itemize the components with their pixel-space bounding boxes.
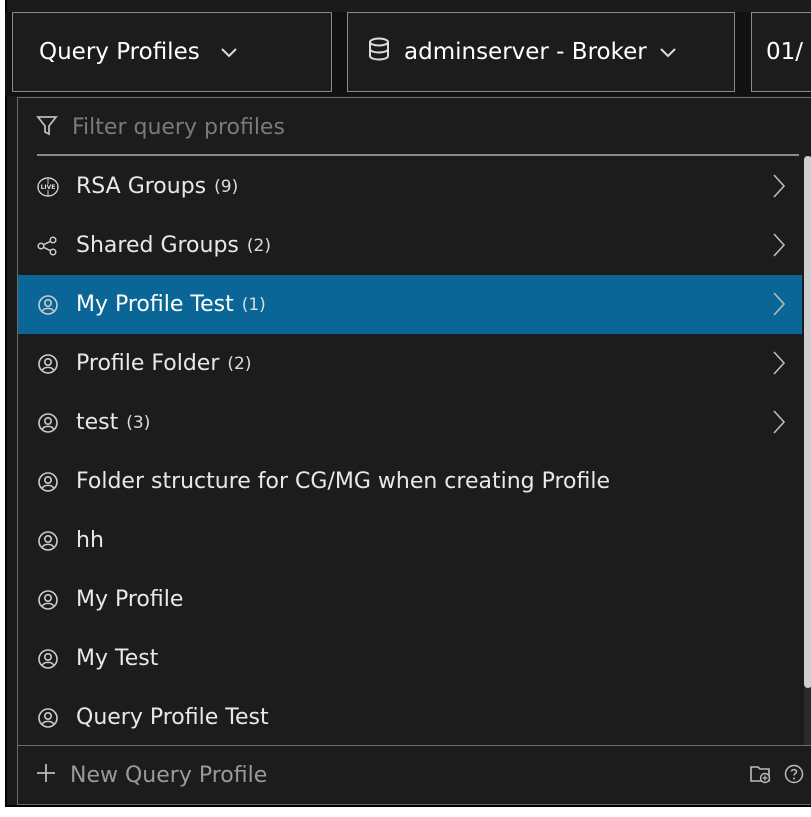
profile-label: My Test: [76, 646, 159, 671]
profile-list-item[interactable]: My Test: [18, 629, 802, 688]
new-query-profile-label: New Query Profile: [70, 763, 268, 788]
profile-list-item[interactable]: My Profile Test (1): [18, 275, 802, 334]
user-icon: [36, 647, 60, 671]
profile-label: Query Profile Test: [76, 705, 269, 730]
profile-label: Shared Groups: [76, 233, 239, 258]
help-icon[interactable]: [784, 764, 804, 790]
chevron-right-icon[interactable]: [772, 232, 786, 264]
chevron-down-icon: [659, 39, 677, 65]
chevron-right-icon[interactable]: [772, 350, 786, 382]
filter-row: [18, 98, 802, 156]
live-icon: LIVE: [36, 175, 60, 199]
user-icon: [36, 470, 60, 494]
profile-count: (9): [214, 176, 239, 197]
profile-label: test: [76, 410, 119, 435]
chevron-right-icon[interactable]: [772, 409, 786, 441]
profile-count: (3): [126, 412, 151, 433]
svg-text:LIVE: LIVE: [41, 184, 56, 191]
profile-label: My Profile Test: [76, 292, 234, 317]
scrollbar-thumb[interactable]: [804, 156, 811, 688]
query-profiles-label: Query Profiles: [39, 39, 200, 65]
user-icon: [36, 588, 60, 612]
server-label: adminserver - Broker: [404, 39, 647, 65]
profile-label: Profile Folder: [76, 351, 220, 376]
user-icon: [36, 411, 60, 435]
plus-icon: [36, 763, 56, 788]
query-profiles-panel: LIVE RSA Groups (9) Shared Groups (2) My Prof…: [17, 97, 811, 805]
share-icon: [36, 234, 60, 258]
filter-underline: [37, 154, 799, 156]
profile-list-item[interactable]: test (3): [18, 393, 802, 452]
profile-list-item[interactable]: hh: [18, 511, 802, 570]
profile-list: LIVE RSA Groups (9) Shared Groups (2) My Prof…: [18, 157, 802, 747]
date-label: 01/: [766, 39, 804, 65]
panel-footer: New Query Profile: [18, 745, 811, 805]
database-icon: [368, 37, 390, 67]
new-query-profile-button[interactable]: New Query Profile: [36, 763, 267, 788]
date-range-button[interactable]: 01/: [751, 12, 811, 92]
profile-label: hh: [76, 528, 104, 553]
server-dropdown[interactable]: adminserver - Broker: [347, 12, 735, 92]
chevron-right-icon[interactable]: [772, 173, 786, 205]
profile-list-item[interactable]: Shared Groups (2): [18, 216, 802, 275]
footer-actions: [750, 764, 804, 790]
profile-list-item[interactable]: LIVE RSA Groups (9): [18, 157, 802, 216]
add-folder-icon[interactable]: [750, 764, 772, 790]
profile-count: (2): [246, 235, 271, 256]
user-icon: [36, 706, 60, 730]
chevron-down-icon: [220, 39, 238, 65]
user-icon: [36, 293, 60, 317]
profile-count: (1): [241, 294, 266, 315]
profile-list-item[interactable]: Profile Folder (2): [18, 334, 802, 393]
profile-list-item[interactable]: My Profile: [18, 570, 802, 629]
profile-list-item[interactable]: Folder structure for CG/MG when creating…: [18, 452, 802, 511]
profile-count: (2): [227, 353, 252, 374]
profile-label: Folder structure for CG/MG when creating…: [76, 469, 611, 494]
filter-input[interactable]: [70, 113, 774, 141]
chevron-right-icon[interactable]: [772, 291, 786, 323]
filter-icon: [36, 114, 58, 140]
profile-list-item[interactable]: Query Profile Test: [18, 688, 802, 747]
profile-label: RSA Groups: [76, 174, 207, 199]
user-icon: [36, 529, 60, 553]
profile-label: My Profile: [76, 587, 184, 612]
query-profiles-dropdown[interactable]: Query Profiles: [12, 12, 332, 92]
user-icon: [36, 352, 60, 376]
